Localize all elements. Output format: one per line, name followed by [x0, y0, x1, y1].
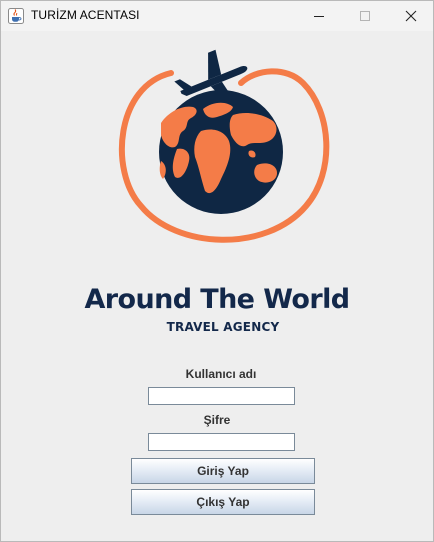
close-icon	[405, 10, 417, 22]
login-window: TURİZM ACENTASI Around The World TRAVEL …	[0, 0, 434, 542]
password-field[interactable]	[148, 433, 295, 451]
username-field[interactable]	[148, 387, 295, 405]
maximize-icon	[360, 11, 370, 21]
logo-subtitle: TRAVEL AGENCY	[166, 320, 280, 334]
content-area: Around The World TRAVEL AGENCY Kullanıcı…	[1, 31, 433, 541]
minimize-button[interactable]	[296, 1, 342, 31]
close-button[interactable]	[388, 1, 434, 31]
minimize-icon	[314, 16, 324, 17]
maximize-button[interactable]	[342, 1, 388, 31]
window-title: TURİZM ACENTASI	[31, 8, 140, 22]
java-coffee-cup-icon[interactable]	[8, 8, 24, 24]
exit-button[interactable]: Çıkış Yap	[131, 489, 315, 515]
username-label: Kullanıcı adı	[185, 367, 257, 381]
title-bar[interactable]: TURİZM ACENTASI	[1, 1, 433, 31]
login-button[interactable]: Giriş Yap	[131, 458, 315, 484]
password-label: Şifre	[203, 413, 231, 427]
logo-title: Around The World	[84, 284, 351, 315]
